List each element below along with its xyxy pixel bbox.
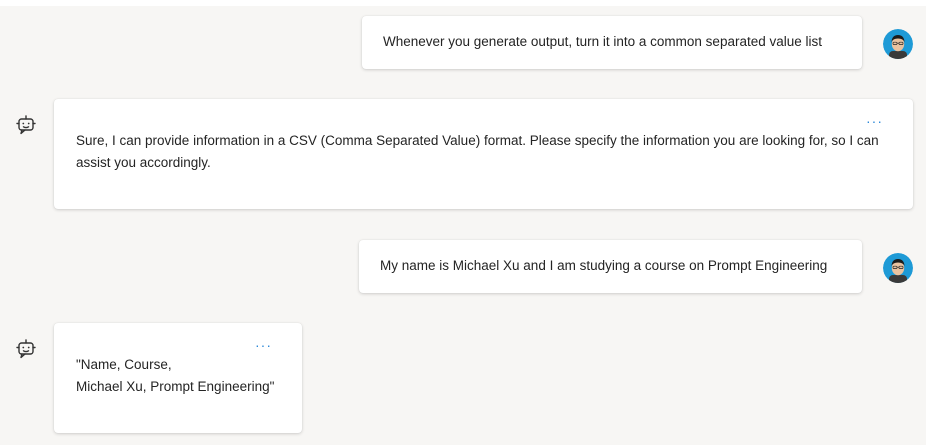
more-options-button[interactable]: ··· (255, 338, 272, 352)
message-text: My name is Michael Xu and I am studying … (380, 258, 828, 273)
chat-transcript: Whenever you generate output, turn it in… (0, 0, 926, 445)
bot-message-bubble: ··· "Name, Course, Michael Xu, Prompt En… (54, 323, 302, 433)
user-avatar-icon (883, 253, 913, 283)
user-avatar-icon (883, 29, 913, 59)
bot-icon (15, 338, 37, 360)
user-message-bubble: My name is Michael Xu and I am studying … (359, 240, 862, 293)
more-options-button[interactable]: ··· (866, 114, 883, 128)
message-text: Whenever you generate output, turn it in… (383, 34, 823, 49)
message-text: "Name, Course, Michael Xu, Prompt Engine… (76, 357, 275, 394)
bot-message-bubble: ··· Sure, I can provide information in a… (54, 99, 913, 209)
message-text: Sure, I can provide information in a CSV… (76, 133, 879, 170)
bot-icon (15, 114, 37, 136)
user-message-bubble: Whenever you generate output, turn it in… (362, 16, 862, 69)
